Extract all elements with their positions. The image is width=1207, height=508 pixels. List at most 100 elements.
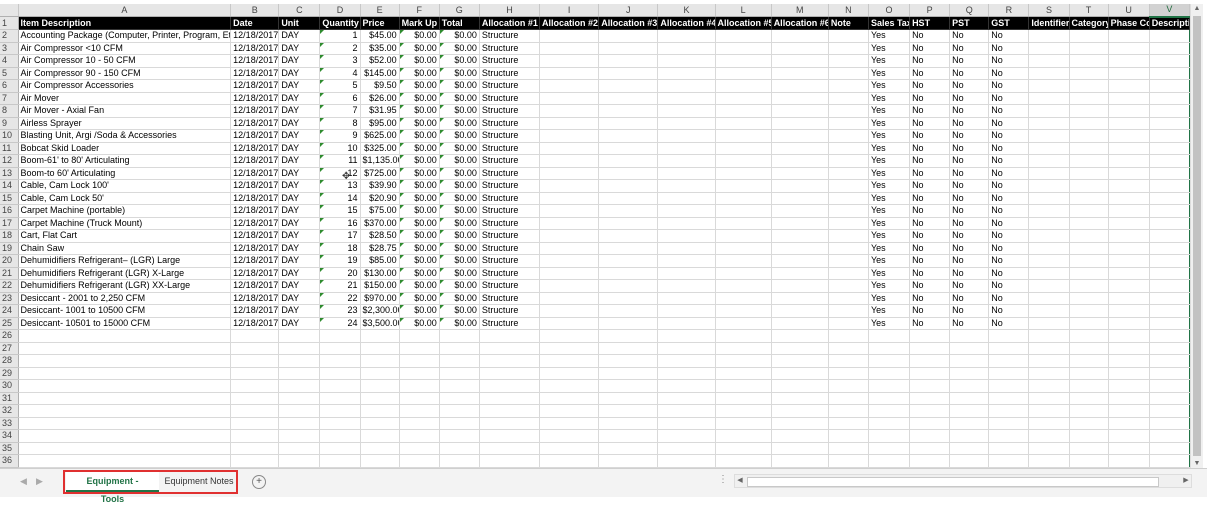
cell[interactable]: 12/18/2017 (230, 79, 280, 93)
cell[interactable]: $0.00 (399, 317, 440, 330)
row-number[interactable]: 21 (0, 267, 19, 280)
cell[interactable] (479, 392, 541, 405)
header-cell[interactable]: Descriptio (1149, 16, 1191, 30)
cell[interactable]: No (949, 154, 990, 168)
cell[interactable]: Yes (868, 292, 911, 305)
cell[interactable]: $0.00 (399, 42, 440, 55)
cell[interactable]: Yes (868, 192, 911, 205)
cell[interactable] (771, 429, 829, 443)
cell[interactable] (909, 342, 951, 355)
row-number[interactable]: 17 (0, 217, 19, 230)
cell[interactable]: No (909, 204, 951, 218)
cell[interactable] (1028, 217, 1070, 230)
cell[interactable]: $95.00 (360, 117, 400, 130)
row-number[interactable]: 24 (0, 304, 19, 318)
cell[interactable] (598, 454, 659, 468)
cell[interactable]: Yes (868, 92, 911, 105)
cell[interactable]: No (909, 29, 951, 43)
cell[interactable] (230, 392, 280, 405)
cell[interactable] (1149, 92, 1191, 105)
cell[interactable] (771, 79, 829, 93)
cell[interactable]: 4 (319, 67, 361, 80)
cell[interactable] (278, 442, 321, 455)
cell[interactable] (1028, 142, 1070, 155)
cell[interactable]: Structure (479, 42, 541, 55)
cell[interactable]: DAY (278, 79, 321, 93)
cell[interactable] (828, 342, 869, 355)
cell[interactable] (479, 429, 541, 443)
cell[interactable] (771, 129, 829, 143)
cell[interactable]: Desiccant- 10501 to 15000 CFM (18, 317, 232, 330)
cell[interactable] (1028, 167, 1070, 180)
cell[interactable]: $39.90 (360, 179, 400, 193)
cell[interactable] (1149, 142, 1191, 155)
cell[interactable]: Yes (868, 129, 911, 143)
column-header-n[interactable]: N (828, 4, 869, 17)
cell[interactable] (230, 454, 280, 468)
header-cell[interactable]: PST (949, 16, 990, 30)
cell[interactable]: Air Compressor 10 - 50 CFM (18, 54, 232, 68)
cell[interactable] (657, 79, 716, 93)
cell[interactable] (439, 367, 480, 380)
cell[interactable]: Desiccant- 1001 to 10500 CFM (18, 304, 232, 318)
cell[interactable] (1108, 179, 1150, 193)
cell[interactable]: Cable, Cam Lock 50' (18, 192, 232, 205)
cell[interactable]: 12/18/2017 (230, 254, 280, 268)
cell[interactable] (439, 379, 480, 393)
cell[interactable] (715, 304, 772, 318)
cell[interactable]: $0.00 (399, 142, 440, 155)
cell[interactable]: DAY (278, 204, 321, 218)
cell[interactable] (399, 417, 440, 430)
column-header-g[interactable]: G (439, 4, 480, 17)
cell[interactable]: DAY (278, 254, 321, 268)
cell[interactable]: 17 (319, 229, 361, 243)
cell[interactable] (657, 454, 716, 468)
cell[interactable]: DAY (278, 142, 321, 155)
cell[interactable] (828, 67, 869, 80)
cell[interactable] (360, 354, 400, 368)
cell[interactable]: $0.00 (399, 254, 440, 268)
cell[interactable] (539, 454, 600, 468)
cell[interactable] (598, 267, 659, 280)
cell[interactable] (828, 154, 869, 168)
cell[interactable] (1069, 392, 1109, 405)
cell[interactable]: $0.00 (399, 129, 440, 143)
cell[interactable]: Bobcat Skid Loader (18, 142, 232, 155)
cell[interactable] (828, 192, 869, 205)
cell[interactable] (1108, 379, 1150, 393)
cell[interactable] (1069, 192, 1109, 205)
cell[interactable] (230, 379, 280, 393)
column-header-k[interactable]: K (657, 4, 716, 17)
cell[interactable] (278, 354, 321, 368)
cell[interactable] (439, 392, 480, 405)
cell[interactable] (657, 217, 716, 230)
cell[interactable] (909, 454, 951, 468)
cell[interactable] (1028, 442, 1070, 455)
cell[interactable]: DAY (278, 117, 321, 130)
cell[interactable]: Yes (868, 117, 911, 130)
cell[interactable]: $0.00 (439, 254, 480, 268)
cell[interactable] (715, 167, 772, 180)
cell[interactable] (771, 304, 829, 318)
cell[interactable] (657, 392, 716, 405)
cell[interactable] (771, 354, 829, 368)
cell[interactable]: 12 (319, 167, 361, 180)
header-cell[interactable]: Note (828, 16, 869, 30)
cell[interactable]: No (988, 154, 1030, 168)
cell[interactable]: DAY (278, 29, 321, 43)
cell[interactable] (657, 304, 716, 318)
cell[interactable]: Blasting Unit, Argi /Soda & Accessories (18, 129, 232, 143)
cell[interactable] (715, 242, 772, 255)
cell[interactable] (909, 392, 951, 405)
cell[interactable]: $0.00 (399, 29, 440, 43)
cell[interactable] (1149, 367, 1191, 380)
cell[interactable] (1028, 317, 1070, 330)
cell[interactable]: Yes (868, 242, 911, 255)
cell[interactable]: No (988, 204, 1030, 218)
cell[interactable]: $31.95 (360, 104, 400, 118)
cell[interactable] (828, 129, 869, 143)
cell[interactable] (598, 92, 659, 105)
header-cell[interactable]: Date (230, 16, 280, 30)
cell[interactable]: No (949, 229, 990, 243)
cell[interactable] (1149, 292, 1191, 305)
